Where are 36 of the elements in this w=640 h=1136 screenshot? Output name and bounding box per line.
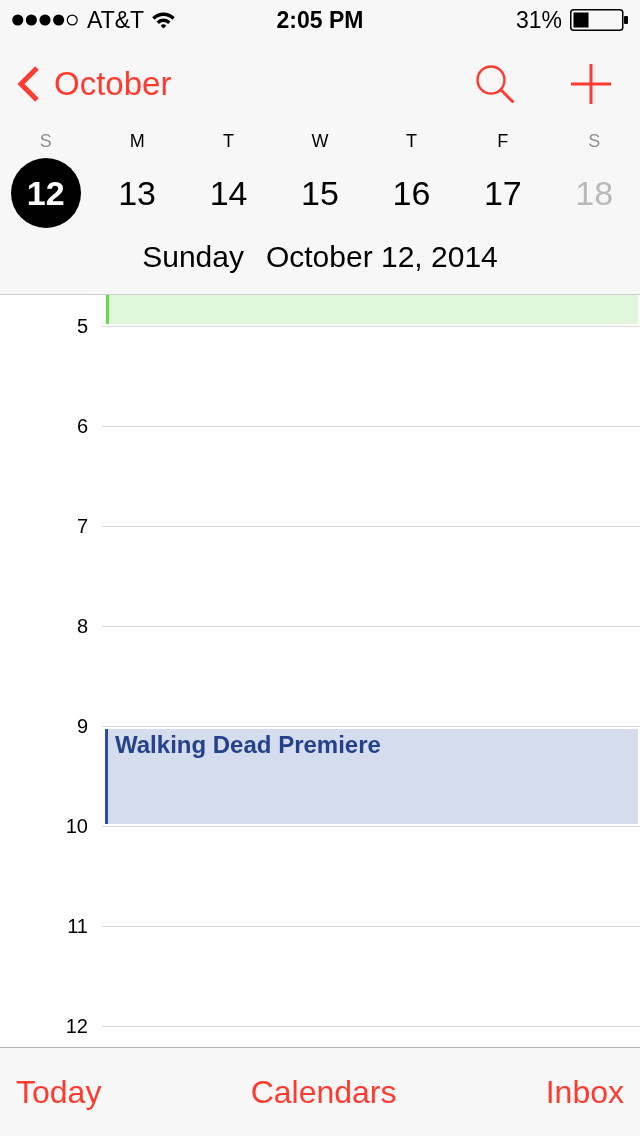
status-time: 2:05 PM xyxy=(276,6,364,34)
chevron-left-icon xyxy=(16,66,40,102)
calendar-event[interactable]: Walking Dead Premiere xyxy=(105,729,638,824)
battery-percent: 31% xyxy=(515,6,562,34)
hour-label: 5 xyxy=(76,314,88,338)
day-letter: W xyxy=(311,130,329,153)
weekday-label: Sunday xyxy=(142,240,244,274)
day-letter: F xyxy=(497,130,509,153)
battery-icon xyxy=(570,9,628,31)
day-number[interactable]: 15 xyxy=(285,158,355,228)
day-letter: T xyxy=(223,130,235,153)
hour-label: 9 xyxy=(76,714,88,738)
event-title: Walking Dead Premiere xyxy=(114,730,381,759)
day-number[interactable]: 17 xyxy=(467,158,538,228)
hour-label: 6 xyxy=(76,414,88,438)
day-number[interactable]: 14 xyxy=(193,158,264,228)
signal-icon xyxy=(12,14,79,26)
add-button[interactable] xyxy=(571,64,611,104)
day-number[interactable]: 16 xyxy=(376,158,447,228)
hour-label: 12 xyxy=(65,1014,88,1038)
day-letter: S xyxy=(588,130,601,153)
day-letter: M xyxy=(129,130,145,153)
hour-label: 10 xyxy=(65,814,88,838)
hour-label: 7 xyxy=(76,514,88,538)
full-date-label: October 12, 2014 xyxy=(265,240,498,274)
carrier-label: AT&T xyxy=(87,6,145,34)
day-letter: T xyxy=(405,130,417,153)
day-number[interactable]: 13 xyxy=(102,158,173,228)
hour-label: 8 xyxy=(76,614,88,638)
day-number[interactable]: 12 xyxy=(10,158,81,228)
hour-label: 11 xyxy=(67,914,88,938)
wifi-icon xyxy=(152,11,176,29)
day-letter: S xyxy=(39,130,52,153)
search-button[interactable] xyxy=(476,65,514,103)
plus-icon xyxy=(571,64,611,104)
search-icon xyxy=(476,65,514,103)
